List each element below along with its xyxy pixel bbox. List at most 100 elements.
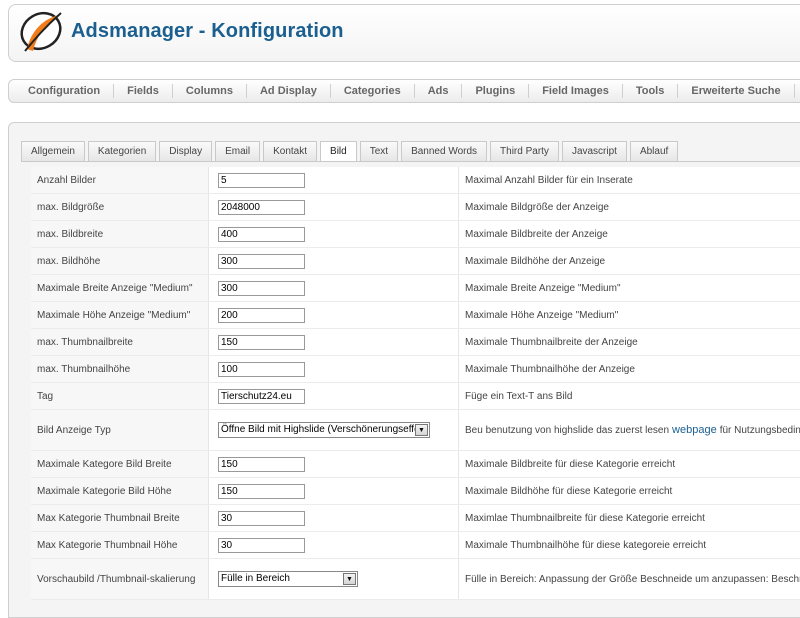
- setting-input[interactable]: [218, 226, 305, 242]
- description-text: Beu benutzung von highslide das zuerst l…: [465, 424, 670, 436]
- menu-item-erweiterte-suche[interactable]: Erweiterte Suche: [678, 84, 795, 98]
- table-row: max. Bildbreite Maximale Bildbreite der A…: [31, 221, 800, 248]
- settings-table: Anzahl Bilder Maximal Anzahl Bilder für e…: [31, 167, 800, 600]
- description-text-end: für Nutzungsbedingungen: [719, 424, 800, 436]
- setting-input[interactable]: [218, 307, 305, 323]
- row-label: Max Kategorie Thumbnail Höhe: [31, 532, 209, 558]
- row-description: Maximale Bildbreite der Anzeige: [465, 228, 608, 240]
- row-description: Füge ein Text-T ans Bild: [465, 390, 573, 402]
- table-row: Maximale Breite Anzeige "Medium" Maximale…: [31, 275, 800, 302]
- tab-third-party[interactable]: Third Party: [490, 141, 559, 161]
- menu-item-plugins[interactable]: Plugins: [462, 84, 530, 98]
- row-field: Fülle in Bereich ▼: [209, 559, 459, 599]
- setting-input[interactable]: [218, 334, 305, 350]
- config-tabs: Allgemein Kategorien Display Email Kontakt Bi…: [21, 140, 681, 162]
- setting-input[interactable]: [218, 456, 305, 472]
- chevron-down-icon[interactable]: ▼: [343, 573, 356, 585]
- table-row: max. Bildhöhe Maximale Bildhöhe der Anzei…: [31, 248, 800, 275]
- tab-divider: [21, 161, 800, 162]
- table-row: Vorschaubild /Thumbnail-skalierung Fülle…: [31, 559, 800, 600]
- table-row: max. Bildgröße Maximale Bildgröße der Anz…: [31, 194, 800, 221]
- table-row: Maximale Kategorie Bild Höhe Maximale Bil…: [31, 478, 800, 505]
- row-label: Maximale Breite Anzeige "Medium": [31, 275, 209, 301]
- tab-javascript[interactable]: Javascript: [561, 141, 627, 161]
- menu-item-ads[interactable]: Ads: [415, 84, 463, 98]
- row-field: [209, 248, 459, 274]
- row-field: [209, 194, 459, 220]
- menu-item-tools[interactable]: Tools: [623, 84, 679, 98]
- tab-allgemein[interactable]: Allgemein: [21, 141, 85, 161]
- tab-bild[interactable]: Bild: [320, 141, 357, 162]
- row-label: Bild Anzeige Typ: [31, 410, 209, 450]
- row-field: Öffne Bild mit Highslide (Verschönerungs…: [209, 410, 459, 450]
- row-field: [209, 451, 459, 477]
- setting-input[interactable]: [218, 253, 305, 269]
- row-description: Maximlae Thumbnailbreite für diese Kateg…: [465, 512, 705, 524]
- table-row: Max Kategorie Thumbnail Höhe Maximale Thu…: [31, 532, 800, 559]
- table-row: Tag Füge ein Text-T ans Bild: [31, 383, 800, 410]
- tab-kontakt[interactable]: Kontakt: [263, 141, 318, 161]
- row-field: [209, 505, 459, 531]
- table-row: Maximale Höhe Anzeige "Medium" Maximale H…: [31, 302, 800, 329]
- select-value: Fülle in Bereich: [221, 573, 290, 584]
- table-row: max. Thumbnailhöhe Maximale Thumbnailhöhe…: [31, 356, 800, 383]
- setting-input[interactable]: [218, 361, 305, 377]
- menu-item-columns[interactable]: Columns: [173, 84, 247, 98]
- row-description: Maximale Thumbnailhöhe für diese kategor…: [465, 539, 707, 551]
- row-field: [209, 383, 459, 409]
- main-menu: Configuration Fields Columns Ad Display Cate…: [8, 79, 800, 103]
- config-panel: Allgemein Kategorien Display Email Kontakt Bi…: [8, 122, 800, 618]
- row-description: Maximale Breite Anzeige "Medium": [465, 282, 621, 294]
- setting-input[interactable]: [218, 280, 305, 296]
- row-description: Maximal Anzahl Bilder für ein Inserate: [465, 174, 633, 186]
- row-description: Maximale Thumbnailhöhe der Anzeige: [465, 363, 635, 375]
- row-field: [209, 221, 459, 247]
- setting-input[interactable]: [218, 172, 305, 188]
- chevron-down-icon[interactable]: ▼: [415, 424, 428, 436]
- row-label: Maximale Kategorie Bild Höhe: [31, 478, 209, 504]
- row-field: [209, 302, 459, 328]
- tab-banned-words[interactable]: Banned Words: [401, 141, 488, 161]
- row-label: Maximale Kategore Bild Breite: [31, 451, 209, 477]
- menu-item-categories[interactable]: Categories: [331, 84, 415, 98]
- menu-item-ad-display[interactable]: Ad Display: [247, 84, 331, 98]
- tab-ablauf[interactable]: Ablauf: [629, 141, 679, 161]
- select-value: Öffne Bild mit Highslide (Verschönerungs…: [221, 424, 428, 435]
- menu-item-field-images[interactable]: Field Images: [529, 84, 623, 98]
- menu-item-configuration[interactable]: Configuration: [15, 84, 115, 98]
- row-field: [209, 478, 459, 504]
- setting-input[interactable]: [218, 537, 305, 553]
- row-label: max. Thumbnailhöhe: [31, 356, 209, 382]
- row-description: Maximale Höhe Anzeige "Medium": [465, 309, 619, 321]
- row-description: Maximale Bildhöhe für diese Kategorie er…: [465, 485, 673, 497]
- tab-text[interactable]: Text: [359, 141, 399, 161]
- image-display-type-select[interactable]: Öffne Bild mit Highslide (Verschönerungs…: [218, 422, 430, 438]
- row-description: Maximale Bildbreite für diese Kategorie …: [465, 458, 676, 470]
- table-row: Anzahl Bilder Maximal Anzahl Bilder für e…: [31, 167, 800, 194]
- row-label: Tag: [31, 383, 209, 409]
- row-description: Fülle in Bereich: Anpassung der Größe Be…: [465, 573, 800, 585]
- tab-display[interactable]: Display: [159, 141, 213, 161]
- row-label: max. Bildhöhe: [31, 248, 209, 274]
- row-field: [209, 356, 459, 382]
- row-label: max. Bildbreite: [31, 221, 209, 247]
- row-field: [209, 532, 459, 558]
- row-description: Beu benutzung von highslide das zuerst l…: [459, 410, 800, 450]
- row-field: [209, 275, 459, 301]
- tab-kategorien[interactable]: Kategorien: [87, 141, 157, 161]
- webpage-link[interactable]: webpage: [672, 424, 717, 436]
- row-label: max. Thumbnailbreite: [31, 329, 209, 355]
- row-description: Maximale Bildgröße der Anzeige: [465, 201, 609, 213]
- adsmanager-logo: [20, 11, 62, 52]
- row-description: Maximale Thumbnailbreite der Anzeige: [465, 336, 638, 348]
- setting-input[interactable]: [218, 388, 305, 404]
- row-label: Maximale Höhe Anzeige "Medium": [31, 302, 209, 328]
- menu-item-fields[interactable]: Fields: [114, 84, 173, 98]
- table-row: Bild Anzeige Typ Öffne Bild mit Highslid…: [31, 410, 800, 451]
- thumbnail-scaling-select[interactable]: Fülle in Bereich ▼: [218, 571, 358, 587]
- table-row: Max Kategorie Thumbnail Breite Maximlae T…: [31, 505, 800, 532]
- tab-email[interactable]: Email: [215, 141, 261, 161]
- setting-input[interactable]: [218, 483, 305, 499]
- setting-input[interactable]: [218, 510, 305, 526]
- setting-input[interactable]: [218, 199, 305, 215]
